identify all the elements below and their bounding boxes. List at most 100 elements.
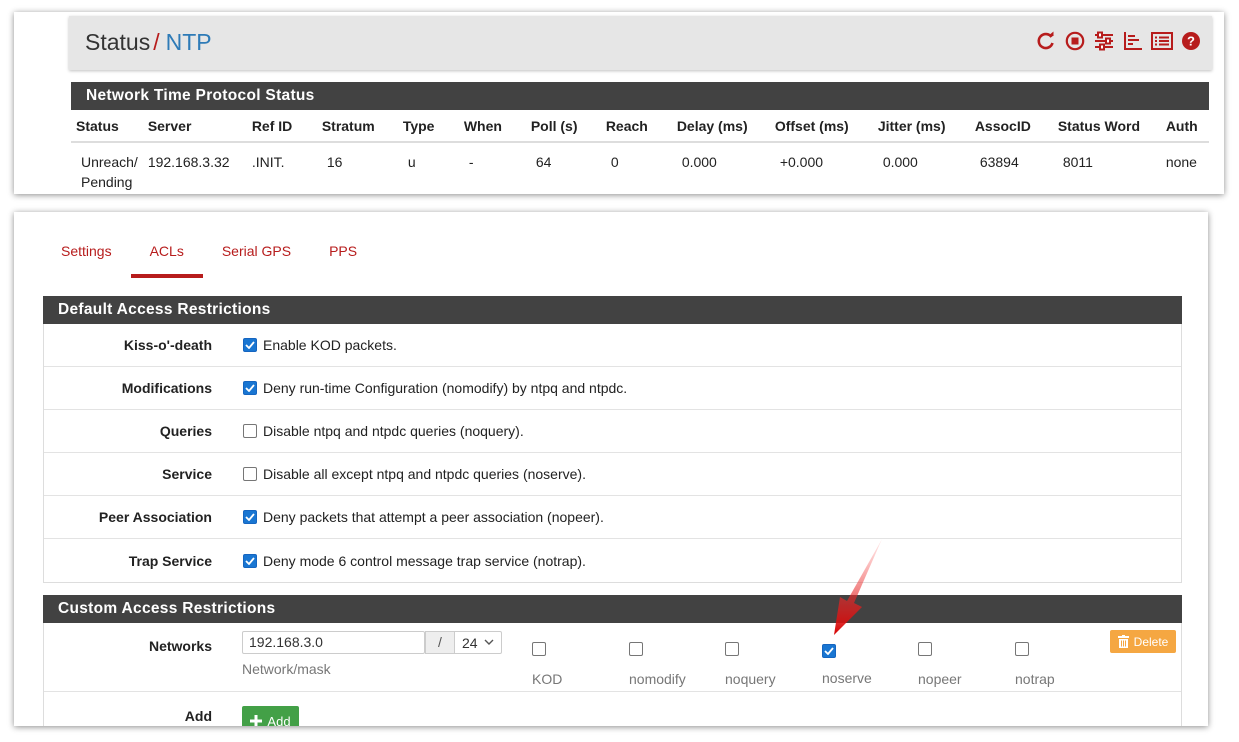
breadcrumb-ntp[interactable]: NTP — [166, 29, 212, 55]
chevron-down-icon — [484, 639, 494, 645]
col-refid: Ref ID — [246, 110, 317, 143]
ntp-acl-panel: Settings ACLs Serial GPS PPS Default Acc… — [14, 212, 1208, 726]
acl-row-label: Queries — [159, 423, 212, 439]
tab-settings[interactable]: Settings — [42, 236, 131, 278]
ntp-status-panel: Status / NTP ? Network Time Protocol Sta… — [14, 12, 1224, 194]
col-server: Server — [142, 110, 247, 143]
tab-bar: Settings ACLs Serial GPS PPS — [42, 236, 376, 278]
acl-row-field: Deny packets that attempt a peer associa… — [243, 509, 604, 525]
network-address-input[interactable]: 192.168.3.0 — [242, 631, 425, 654]
add-button[interactable]: Add — [242, 706, 299, 726]
col-associd: AssocID — [969, 110, 1053, 143]
col-statusword: Status Word — [1052, 110, 1161, 143]
add-button-label: Add — [267, 713, 291, 727]
acl-row: Trap Service Deny mode 6 control message … — [44, 539, 1181, 582]
col-stratum: Stratum — [316, 110, 398, 143]
acl-row-text: Disable ntpq and ntpdc queries (noquery)… — [263, 423, 524, 439]
noserve-label: noserve — [822, 670, 872, 686]
acl-row: Queries Disable ntpq and ntpdc queries (n… — [44, 410, 1181, 453]
status-line-2: Pending — [81, 174, 133, 190]
acl-row-text: Deny run-time Configuration (nomodify) b… — [263, 380, 628, 396]
nomodify-checkbox[interactable] — [629, 642, 643, 656]
acl-row-label: Peer Association — [98, 509, 212, 525]
chart-icon[interactable] — [1122, 30, 1144, 52]
default-access-restrictions: Default Access Restrictions Kiss-o'-deat… — [43, 296, 1182, 583]
cell-jitter: 0.000 — [882, 154, 918, 170]
tab-acls[interactable]: ACLs — [130, 236, 203, 278]
default-acl-heading: Default Access Restrictions — [43, 296, 1182, 324]
acl-row: Service Disable all except ntpq and ntpdc… — [44, 453, 1181, 496]
acl-row-label: Trap Service — [128, 552, 212, 569]
kod-checkbox[interactable] — [532, 642, 546, 656]
col-offset: Offset (ms) — [769, 110, 873, 143]
checkbox-checked[interactable] — [243, 381, 257, 395]
networks-row: Networks 192.168.3.0 / 24 Network/mask K… — [44, 623, 1181, 691]
acl-row: Peer Association Deny packets that attemp… — [44, 496, 1181, 539]
mask-separator: / — [425, 631, 455, 654]
noquery-label: noquery — [725, 671, 776, 687]
nopeer-label: nopeer — [918, 671, 962, 687]
acl-row: Kiss-o'-death Enable KOD packets. — [44, 324, 1181, 367]
status-line-1: Unreach/ — [81, 154, 138, 170]
log-list-icon[interactable] — [1151, 30, 1173, 52]
checkbox-unchecked[interactable] — [243, 424, 257, 438]
col-status: Status — [71, 110, 143, 143]
breadcrumb-status[interactable]: Status — [85, 29, 150, 55]
notrap-checkbox[interactable] — [1015, 642, 1029, 656]
acl-row-text: Enable KOD packets. — [263, 337, 397, 353]
cell-status: Unreach/Pending — [71, 142, 143, 192]
acl-row-field: Deny run-time Configuration (nomodify) b… — [243, 380, 627, 396]
cell-poll: 64 — [535, 154, 552, 170]
option-nomodify: nomodify — [629, 642, 709, 687]
settings-sliders-icon[interactable] — [1093, 30, 1115, 52]
netmask-value: 24 — [462, 634, 478, 651]
col-delay: Delay (ms) — [671, 110, 770, 143]
cell-refid: .INIT. — [251, 154, 285, 170]
nopeer-checkbox[interactable] — [918, 642, 932, 656]
noquery-checkbox[interactable] — [725, 642, 739, 656]
cell-delay: 0.000 — [681, 154, 717, 170]
notrap-label: notrap — [1015, 671, 1055, 687]
breadcrumb: Status / NTP — [85, 28, 212, 56]
col-poll: Poll (s) — [525, 110, 601, 143]
acl-row-label: Kiss-o'-death — [123, 337, 212, 353]
noserve-checkbox[interactable] — [822, 644, 836, 658]
restart-icon[interactable] — [1035, 30, 1057, 52]
cell-statusword: 8011 — [1062, 154, 1093, 170]
page-header: Status / NTP ? — [69, 16, 1212, 70]
cell-type: u — [407, 154, 416, 170]
col-jitter: Jitter (ms) — [872, 110, 970, 143]
add-label: Add — [184, 708, 212, 724]
col-reach: Reach — [600, 110, 672, 143]
trash-icon — [1117, 635, 1129, 648]
ntp-status-table: Status Server Ref ID Stratum Type When P… — [71, 110, 1209, 192]
option-kod: KOD — [532, 642, 612, 687]
stop-icon[interactable] — [1064, 30, 1086, 52]
acl-row: Modifications Deny run-time Configuration… — [44, 367, 1181, 410]
add-row: Add Add — [44, 691, 1181, 726]
delete-button[interactable]: Delete — [1110, 630, 1176, 653]
breadcrumb-separator: / — [153, 29, 160, 55]
col-auth: Auth — [1160, 110, 1209, 143]
checkbox-unchecked[interactable] — [243, 467, 257, 481]
plus-icon — [250, 715, 263, 726]
ntp-status-heading: Network Time Protocol Status — [71, 82, 1209, 110]
tab-pps[interactable]: PPS — [310, 236, 376, 278]
tab-serial-gps[interactable]: Serial GPS — [203, 236, 310, 278]
acl-row-text: Deny packets that attempt a peer associa… — [263, 509, 604, 525]
acl-row-text: Disable all except ntpq and ntpdc querie… — [263, 466, 586, 482]
option-nopeer: nopeer — [918, 642, 998, 687]
acl-row-label: Service — [162, 466, 212, 482]
netmask-select[interactable]: 24 — [454, 631, 502, 654]
cell-offset: +0.000 — [779, 154, 824, 170]
custom-acl-heading: Custom Access Restrictions — [43, 595, 1182, 623]
help-icon[interactable]: ? — [1180, 30, 1202, 52]
checkbox-checked[interactable] — [243, 553, 257, 568]
acl-row-field: Disable ntpq and ntpdc queries (noquery)… — [243, 423, 524, 439]
kod-label: KOD — [532, 671, 563, 687]
cell-when: - — [468, 154, 474, 170]
checkbox-checked[interactable] — [243, 338, 257, 352]
acl-row-text: Deny mode 6 control message trap service… — [263, 552, 586, 569]
checkbox-checked[interactable] — [243, 510, 257, 524]
cell-associd: 63894 — [979, 154, 1019, 170]
